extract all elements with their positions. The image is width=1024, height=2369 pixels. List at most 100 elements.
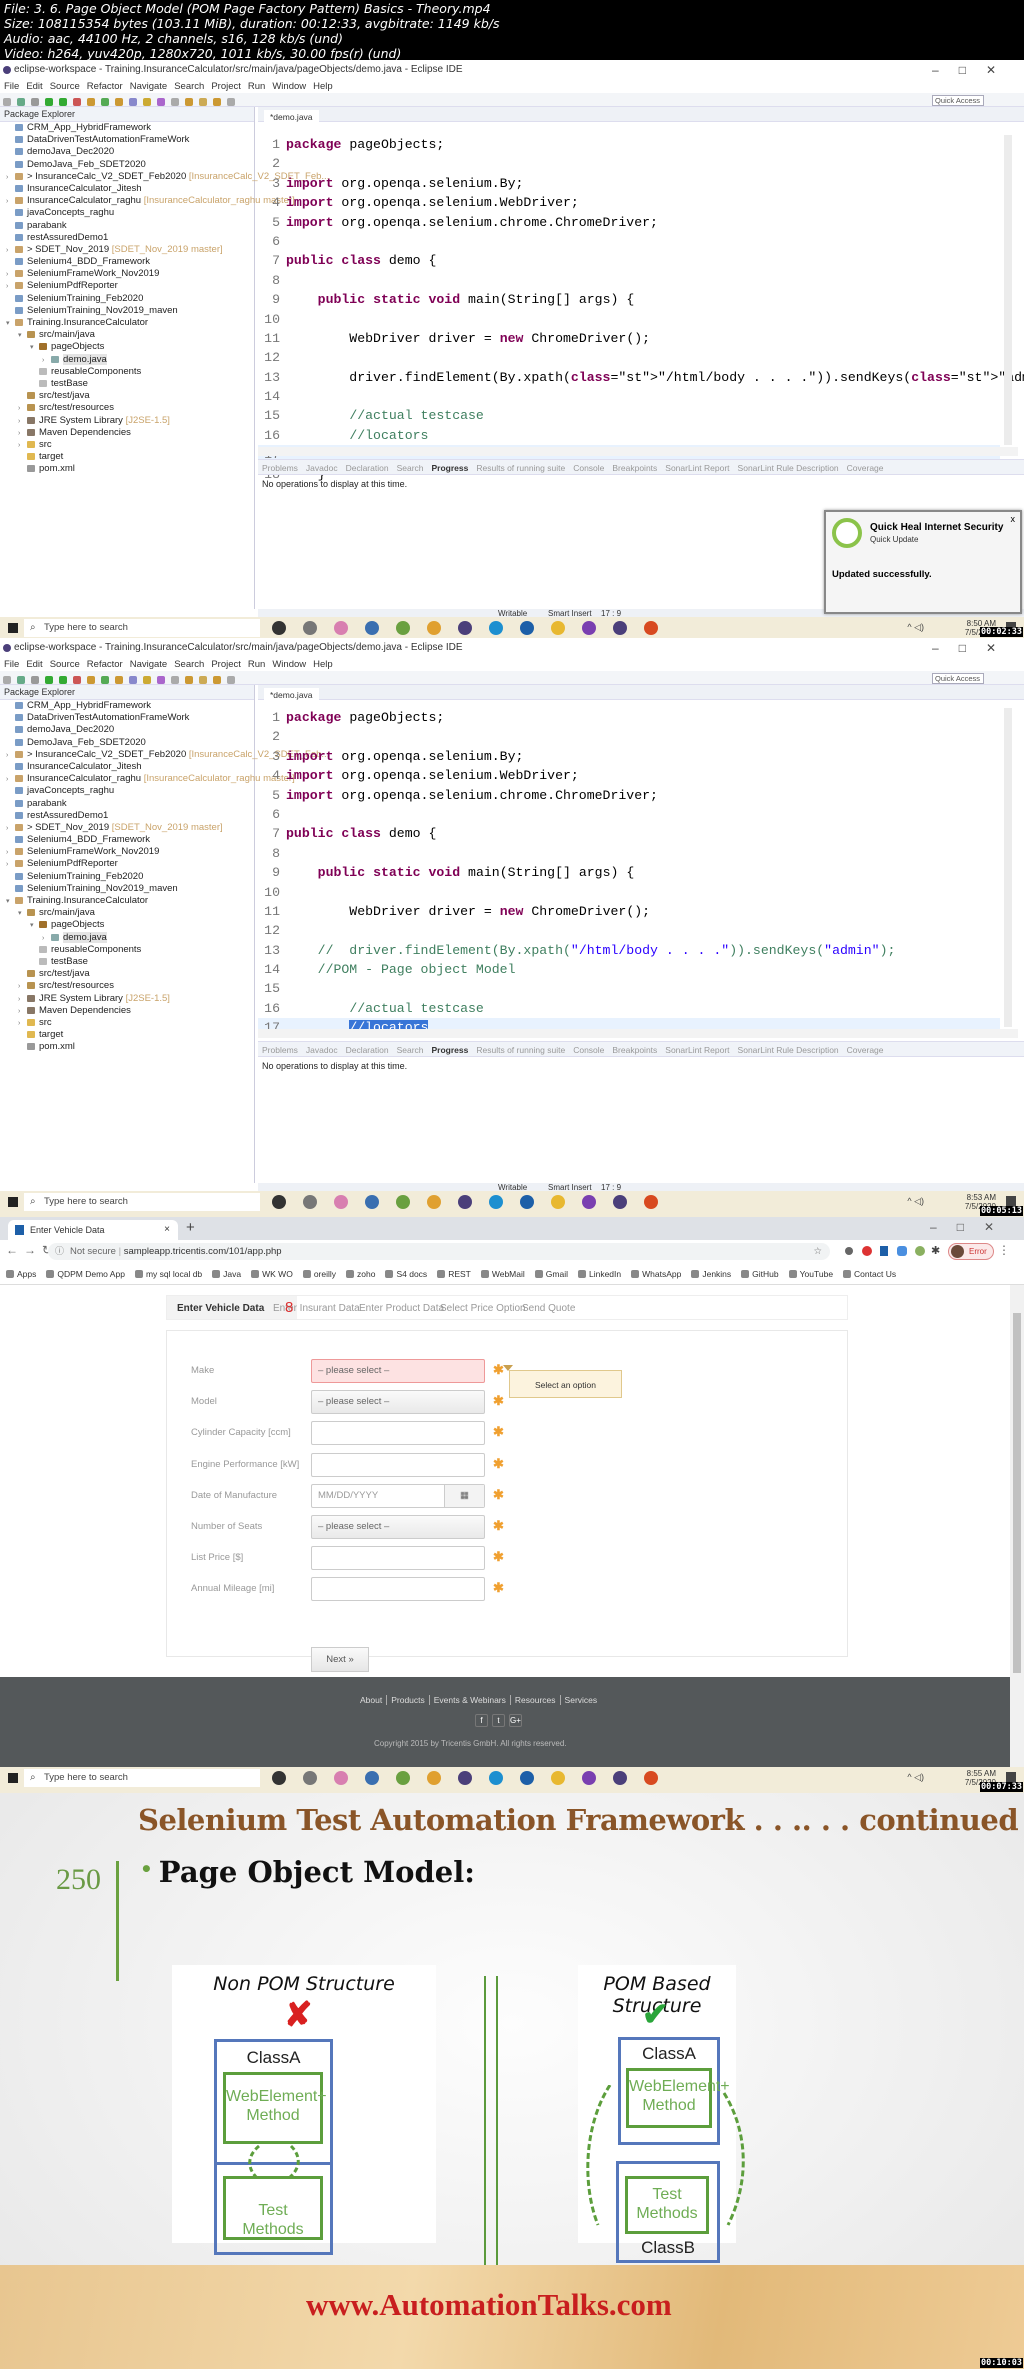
toolbar-button-icon[interactable] <box>171 98 179 106</box>
tree-item[interactable]: demoJava_Dec2020 <box>0 724 254 736</box>
bookmark-item[interactable]: zoho <box>346 1269 375 1279</box>
puzzle-extensions-icon[interactable]: ✱ <box>931 1244 940 1257</box>
tree-item[interactable]: Selenium4_BDD_Framework <box>0 834 254 846</box>
app-icon[interactable] <box>489 621 503 635</box>
tab-console[interactable]: Console <box>573 463 604 473</box>
bookmark-item[interactable]: Java <box>212 1269 241 1279</box>
windows-start-icon[interactable] <box>8 1197 18 1207</box>
app-icon[interactable] <box>396 621 410 635</box>
eclipse-icon[interactable] <box>458 1771 472 1785</box>
menu-source[interactable]: Source <box>50 659 80 670</box>
tree-item[interactable]: › SeleniumFrameWork_Nov2019 <box>0 268 254 280</box>
chrome-icon[interactable] <box>427 1771 441 1785</box>
bookmark-item[interactable]: Gmail <box>535 1269 568 1279</box>
onenote-icon[interactable] <box>582 621 596 635</box>
menu-help[interactable]: Help <box>313 659 333 670</box>
toolbar-button-icon[interactable] <box>157 676 165 684</box>
tab-declaration[interactable]: Declaration <box>346 1045 389 1055</box>
menu-navigate[interactable]: Navigate <box>130 659 168 670</box>
tree-item[interactable]: ▾ Training.InsuranceCalculator <box>0 317 254 329</box>
taskbar-search-box[interactable]: ⌕ Type here to search <box>24 1193 260 1211</box>
tree-item[interactable]: › src <box>0 439 254 451</box>
tree-item[interactable]: reusableComponents <box>0 366 254 378</box>
tricentis-icon[interactable] <box>520 1195 534 1209</box>
volume-icon[interactable]: ^ ◁) <box>907 1772 924 1783</box>
tree-item[interactable]: › InsuranceCalculator_raghu [InsuranceCal… <box>0 195 295 207</box>
onenote-icon[interactable] <box>582 1771 596 1785</box>
tree-item[interactable]: parabank <box>0 798 254 810</box>
toolbar-button-icon[interactable] <box>213 98 221 106</box>
tree-item[interactable]: src/test/java <box>0 390 254 402</box>
tree-item[interactable]: parabank <box>0 220 254 232</box>
bookmark-item[interactable]: WhatsApp <box>631 1269 681 1279</box>
tree-item[interactable]: target <box>0 1029 254 1041</box>
tab-problems[interactable]: Problems <box>262 1045 298 1055</box>
horizontal-scrollbar[interactable] <box>258 1029 1018 1038</box>
menu-window[interactable]: Window <box>272 81 306 92</box>
bookmark-item[interactable]: LinkedIn <box>578 1269 621 1279</box>
model-select[interactable]: – please select – <box>311 1390 485 1415</box>
toolbar-button-icon[interactable] <box>59 676 67 684</box>
tab-coverage[interactable]: Coverage <box>847 1045 884 1055</box>
toolbar-button-icon[interactable] <box>17 98 25 106</box>
toolbar-button-icon[interactable] <box>129 676 137 684</box>
window-controls[interactable]: –□✕ <box>930 1220 1014 1234</box>
tree-item[interactable]: InsuranceCalculator_Jitesh <box>0 183 254 195</box>
date-of-manufacture-input[interactable]: MM/DD/YYYY ▦ <box>311 1483 485 1508</box>
new-tab-button[interactable]: + <box>186 1219 195 1236</box>
tab-sonarlint-rule-description[interactable]: SonarLint Rule Description <box>738 463 839 473</box>
tree-item[interactable]: SeleniumTraining_Feb2020 <box>0 293 254 305</box>
tree-item[interactable]: DemoJava_Feb_SDET2020 <box>0 159 254 171</box>
facebook-icon[interactable]: f <box>475 1714 488 1727</box>
scroll-thumb[interactable] <box>1013 1313 1021 1673</box>
tree-item[interactable]: › SeleniumFrameWork_Nov2019 <box>0 846 254 858</box>
toolbar-button-icon[interactable] <box>87 98 95 106</box>
wizard-tab[interactable]: Send Quote <box>522 1296 575 1321</box>
code-editor[interactable]: 1 package pageObjects; 2 3 import org.openqa… <box>258 135 1024 484</box>
profile-error-button[interactable]: Error <box>948 1243 994 1260</box>
eclipse-icon[interactable] <box>613 1771 627 1785</box>
bookmark-item[interactable]: Apps <box>6 1269 36 1279</box>
chrome-icon[interactable] <box>427 1195 441 1209</box>
menu-refactor[interactable]: Refactor <box>87 81 123 92</box>
toolbar-button-icon[interactable] <box>73 676 81 684</box>
bookmark-item[interactable]: WK WO <box>251 1269 293 1279</box>
tree-item[interactable]: CRM_App_HybridFramework <box>0 122 254 134</box>
toolbar-button-icon[interactable] <box>45 98 53 106</box>
menu-navigate[interactable]: Navigate <box>130 81 168 92</box>
tree-item[interactable]: Selenium4_BDD_Framework <box>0 256 254 268</box>
tree-item[interactable]: CRM_App_HybridFramework <box>0 700 254 712</box>
google-plus-icon[interactable]: G+ <box>509 1714 522 1727</box>
tree-item[interactable]: SeleniumTraining_Feb2020 <box>0 871 254 883</box>
eclipse-icon[interactable] <box>458 621 472 635</box>
menu-kebab-icon[interactable]: ⋮ <box>998 1243 1010 1257</box>
tab-progress[interactable]: Progress <box>432 1045 469 1055</box>
toolbar-button-icon[interactable] <box>101 98 109 106</box>
powerpoint-icon[interactable] <box>644 1195 658 1209</box>
url-field[interactable]: ⓘ Not secure | sampleapp.tricentis.com/1… <box>48 1243 830 1260</box>
tree-item[interactable]: › Maven Dependencies <box>0 427 254 439</box>
toolbar-button-icon[interactable] <box>143 676 151 684</box>
toolbar-button-icon[interactable] <box>115 98 123 106</box>
app-icon[interactable] <box>396 1771 410 1785</box>
editor-tab-demo-java[interactable]: *demo.java <box>264 688 319 703</box>
menu-edit[interactable]: Edit <box>26 659 42 670</box>
list-price-input[interactable] <box>311 1546 485 1571</box>
tab-sonarlint-report[interactable]: SonarLint Report <box>665 463 729 473</box>
window-controls[interactable]: –□✕ <box>932 60 1016 80</box>
toolbar-button-icon[interactable] <box>3 98 11 106</box>
toolbar-button-icon[interactable] <box>227 676 235 684</box>
eclipse-icon[interactable] <box>613 1195 627 1209</box>
tree-item[interactable]: ▾ src/main/java <box>0 329 254 341</box>
app-icon[interactable] <box>489 1195 503 1209</box>
close-tab-icon[interactable]: × <box>164 1220 170 1240</box>
menu-edit[interactable]: Edit <box>26 81 42 92</box>
cylinder-capacity-ccm-input[interactable] <box>311 1421 485 1446</box>
toolbar-button-icon[interactable] <box>185 676 193 684</box>
tree-item[interactable]: › SeleniumPdfReporter <box>0 280 254 292</box>
tree-item[interactable]: pom.xml <box>0 1041 254 1053</box>
toolbar-button-icon[interactable] <box>59 98 67 106</box>
tree-item[interactable]: › JRE System Library [J2SE-1.5] <box>0 993 254 1005</box>
app-icon[interactable] <box>334 1195 348 1209</box>
volume-icon[interactable]: ^ ◁) <box>907 622 924 633</box>
